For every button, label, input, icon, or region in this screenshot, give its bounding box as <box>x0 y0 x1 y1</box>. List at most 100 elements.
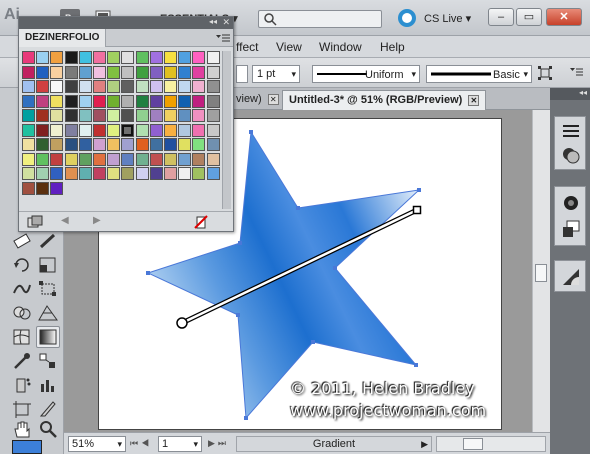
swatch[interactable] <box>121 109 135 122</box>
swatch[interactable] <box>107 65 121 79</box>
swatch[interactable] <box>192 109 206 122</box>
swatch[interactable] <box>50 138 64 151</box>
swatch[interactable] <box>107 94 121 108</box>
swatch[interactable] <box>22 80 35 93</box>
swatch[interactable] <box>149 109 163 122</box>
collapse-panel-icon[interactable]: ◂◂ <box>209 17 217 26</box>
swatch[interactable] <box>22 167 35 180</box>
swatch[interactable] <box>22 94 35 108</box>
swatch[interactable] <box>164 138 177 151</box>
swatch[interactable] <box>64 138 78 151</box>
swatch[interactable] <box>78 152 92 166</box>
swatch[interactable] <box>78 65 92 79</box>
swatch[interactable] <box>78 94 92 108</box>
swatch[interactable] <box>107 51 121 64</box>
swatch[interactable] <box>22 152 35 166</box>
collapse-dock-icon[interactable]: ◂◂ <box>550 88 590 100</box>
stroke-panel-button[interactable] <box>561 122 581 140</box>
swatch[interactable] <box>192 152 206 166</box>
swatch[interactable] <box>50 123 64 137</box>
swatch[interactable] <box>107 109 121 122</box>
scrollbar-thumb[interactable] <box>535 264 547 282</box>
swatch[interactable] <box>64 94 78 108</box>
swatch[interactable] <box>36 123 50 137</box>
swatch[interactable] <box>192 167 206 180</box>
layers-panel-button[interactable] <box>561 219 581 239</box>
close-panel-icon[interactable]: ✕ <box>222 17 230 28</box>
swatch[interactable] <box>50 181 64 195</box>
swatch[interactable] <box>93 80 106 93</box>
swatch[interactable] <box>36 152 50 166</box>
swatch[interactable] <box>107 123 121 137</box>
swatch[interactable] <box>164 167 177 180</box>
swatch[interactable] <box>64 65 78 79</box>
swatch[interactable] <box>192 123 206 137</box>
swatch[interactable] <box>107 138 121 151</box>
swatch[interactable] <box>107 167 121 180</box>
scrollbar-thumb[interactable] <box>463 438 483 450</box>
swatch[interactable] <box>107 152 121 166</box>
swatch[interactable] <box>206 109 220 122</box>
swatch[interactable] <box>149 167 163 180</box>
swatch[interactable] <box>22 65 35 79</box>
swatch[interactable] <box>192 94 206 108</box>
swatch[interactable] <box>78 80 92 93</box>
swatch[interactable] <box>50 167 64 180</box>
zoom-select[interactable]: 51% ▾ <box>68 436 126 452</box>
swatch[interactable] <box>149 152 163 166</box>
swatch[interactable] <box>135 123 149 137</box>
swatch[interactable] <box>121 94 135 108</box>
swatch[interactable] <box>50 109 64 122</box>
swatch[interactable] <box>121 138 135 151</box>
swatch[interactable] <box>192 138 206 151</box>
delete-swatch-icon[interactable] <box>193 214 209 230</box>
swatch[interactable] <box>50 94 64 108</box>
swatch[interactable] <box>192 80 206 93</box>
swatch[interactable] <box>78 51 92 64</box>
swatch[interactable] <box>22 51 35 64</box>
previous-library-icon[interactable]: ◀ <box>61 215 69 226</box>
swatch[interactable] <box>121 152 135 166</box>
swatch[interactable] <box>149 51 163 64</box>
swatch[interactable] <box>121 80 135 93</box>
swatch[interactable] <box>36 138 50 151</box>
swatch[interactable] <box>64 109 78 122</box>
swatch[interactable] <box>36 51 50 64</box>
swatch[interactable] <box>206 94 220 108</box>
swatch[interactable] <box>78 123 92 137</box>
next-library-icon[interactable]: ▶ <box>93 215 101 226</box>
swatch[interactable] <box>164 80 177 93</box>
swatch[interactable] <box>178 109 192 122</box>
swatch[interactable] <box>149 138 163 151</box>
swatch[interactable] <box>36 80 50 93</box>
swatch[interactable] <box>93 109 106 122</box>
swatch[interactable] <box>50 152 64 166</box>
swatch[interactable] <box>135 80 149 93</box>
appearance-panel-button[interactable] <box>561 193 581 213</box>
swatch-scrollbar[interactable] <box>222 51 231 209</box>
artboard-nav-prev[interactable]: ⏮◀ <box>130 438 152 449</box>
swatch[interactable] <box>135 65 149 79</box>
swatch[interactable] <box>192 65 206 79</box>
swatch[interactable] <box>93 167 106 180</box>
swatch[interactable] <box>135 51 149 64</box>
swatch[interactable] <box>121 51 135 64</box>
swatch[interactable] <box>149 80 163 93</box>
swatch[interactable] <box>78 109 92 122</box>
swatch[interactable] <box>22 181 35 195</box>
swatch[interactable] <box>149 123 163 137</box>
swatch[interactable] <box>93 152 106 166</box>
swatch[interactable] <box>64 51 78 64</box>
horizontal-scrollbar[interactable] <box>436 436 546 452</box>
swatch[interactable] <box>36 181 50 195</box>
swatch[interactable] <box>121 65 135 79</box>
swatch[interactable] <box>206 123 220 137</box>
swatch[interactable] <box>135 152 149 166</box>
swatch[interactable] <box>50 65 64 79</box>
swatch[interactable] <box>107 80 121 93</box>
swatch[interactable] <box>149 94 163 108</box>
gradient-panel-button[interactable] <box>561 267 581 287</box>
swatch[interactable] <box>164 51 177 64</box>
swatch[interactable] <box>206 152 220 166</box>
current-tool-status[interactable]: Gradient ▶ <box>236 436 432 452</box>
